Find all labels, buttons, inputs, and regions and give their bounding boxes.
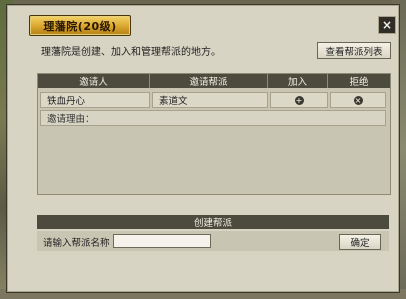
faction-name-input[interactable]	[113, 234, 211, 248]
x-circle-icon[interactable]: ×	[353, 95, 363, 105]
table-row-inviter: 铁血丹心	[40, 92, 150, 108]
create-faction-row: 请输入帮派名称 确定	[37, 231, 389, 251]
join-cell: +	[270, 92, 328, 108]
invite-reason: 邀请理由：	[40, 110, 386, 126]
reject-cell: ×	[330, 92, 386, 108]
close-button[interactable]: ×	[378, 16, 396, 34]
faction-panel: 理藩院(20级) × 理藩院是创建、加入和管理帮派的地方。 查看帮派列表 邀请人…	[6, 4, 400, 293]
panel-description: 理藩院是创建、加入和管理帮派的地方。	[41, 47, 221, 58]
window-title: 理藩院(20级)	[29, 15, 131, 36]
faction-name-label: 请输入帮派名称	[43, 238, 110, 249]
invite-table: 邀请人 邀请帮派 加入 拒绝 铁血丹心 素道文 + × 邀请理由：	[37, 73, 391, 195]
column-header-join: 加入	[268, 74, 328, 88]
column-header-faction: 邀请帮派	[150, 74, 268, 88]
table-row-faction: 素道文	[152, 92, 268, 108]
column-header-inviter: 邀请人	[38, 74, 150, 88]
create-faction-header: 创建帮派	[37, 215, 389, 229]
view-faction-list-button[interactable]: 查看帮派列表	[317, 42, 391, 59]
column-header-reject: 拒绝	[328, 74, 390, 88]
confirm-button[interactable]: 确定	[339, 234, 381, 250]
plus-circle-icon[interactable]: +	[294, 95, 304, 105]
